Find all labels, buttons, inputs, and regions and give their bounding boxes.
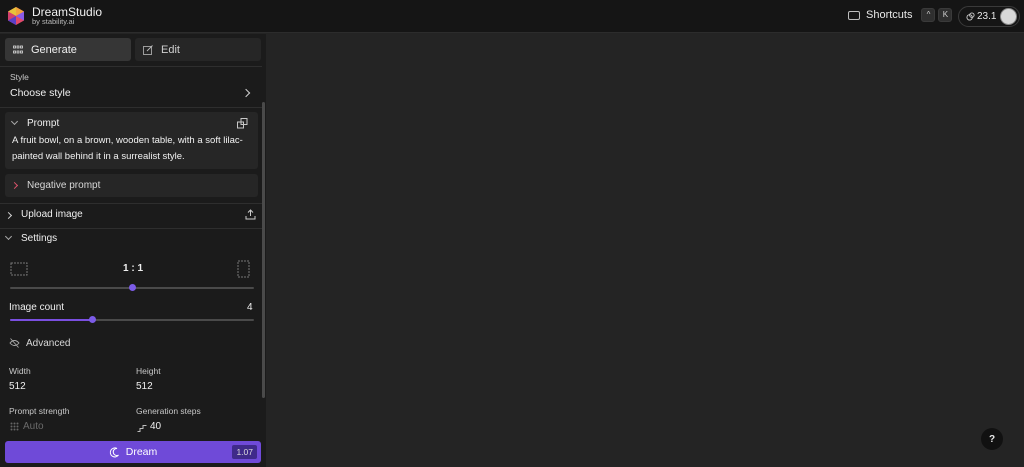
shortcut-key-k: K <box>938 8 953 22</box>
avatar[interactable] <box>1000 8 1018 25</box>
style-value: Choose style <box>10 87 71 99</box>
prompt-strength-input[interactable]: Auto <box>23 421 44 432</box>
divider <box>0 107 262 108</box>
tab-edit[interactable]: Edit <box>135 38 261 61</box>
image-count-slider-thumb[interactable] <box>89 316 97 323</box>
prompt-input[interactable]: A fruit bowl, on a brown, wooden table, … <box>12 133 252 165</box>
tab-edit-label: Edit <box>161 43 180 56</box>
edit-icon <box>143 44 153 55</box>
tab-generate-label: Generate <box>31 43 77 56</box>
app-byline: by stability.ai <box>32 17 75 27</box>
prompt-label: Prompt <box>27 118 60 129</box>
credits-icon <box>966 12 975 21</box>
width-input[interactable]: 512 <box>9 381 26 392</box>
upload-image-label: Upload image <box>21 209 83 220</box>
prompt-strength-label: Prompt strength <box>9 406 70 416</box>
dream-cost-badge: 1.07 <box>232 445 257 459</box>
height-label: Height <box>136 366 161 376</box>
landscape-icon[interactable] <box>10 262 28 276</box>
chevron-down-icon <box>4 232 13 241</box>
negative-prompt-label: Negative prompt <box>27 180 101 191</box>
sidebar: Generate Edit Style Choose style Prompt … <box>0 34 266 467</box>
advanced-label: Advanced <box>26 338 71 349</box>
grid-icon <box>13 45 23 53</box>
credits-button[interactable]: 23.1 <box>958 6 1020 27</box>
divider <box>0 228 262 229</box>
help-button[interactable]: ? <box>981 428 1003 450</box>
brand[interactable]: DreamStudio by stability.ai <box>6 6 102 26</box>
width-label: Width <box>9 366 31 376</box>
aspect-ratio-value: 1 : 1 <box>123 263 144 274</box>
chevron-right-icon <box>241 88 251 98</box>
height-input[interactable]: 512 <box>136 381 153 392</box>
dream-button[interactable]: Dream 1.07 <box>5 441 261 463</box>
steps-icon <box>137 425 147 432</box>
keyboard-icon <box>848 10 860 20</box>
upload-icon[interactable] <box>245 209 256 220</box>
credits-value: 23.1 <box>977 11 997 22</box>
shortcuts-label: Shortcuts <box>866 9 913 21</box>
image-count-slider-fill <box>10 319 93 321</box>
generation-steps-label: Generation steps <box>136 406 201 416</box>
settings-label: Settings <box>21 233 58 244</box>
chevron-right-icon <box>4 211 13 220</box>
image-count-label: Image count <box>9 302 65 313</box>
shortcuts-button[interactable]: Shortcuts ^ K <box>848 8 953 22</box>
grid-dots-icon <box>10 422 19 431</box>
generation-steps-input[interactable]: 40 <box>150 421 161 432</box>
top-bar: DreamStudio by stability.ai Shortcuts ^ … <box>0 0 1024 33</box>
shortcut-key-ctrl: ^ <box>921 8 936 22</box>
divider <box>0 203 262 204</box>
portrait-icon[interactable] <box>237 260 250 278</box>
dreamstudio-logo-icon <box>8 7 24 25</box>
moon-icon <box>109 446 119 457</box>
eye-off-icon <box>9 338 20 348</box>
image-count-value: 4 <box>247 302 253 313</box>
tab-generate[interactable]: Generate <box>5 38 131 61</box>
divider <box>0 66 262 67</box>
sidebar-scrollbar[interactable] <box>262 102 265 398</box>
copy-icon[interactable] <box>237 118 248 129</box>
dream-label: Dream <box>125 446 158 458</box>
style-label: Style <box>10 72 29 82</box>
aspect-ratio-slider-thumb[interactable] <box>128 284 136 291</box>
